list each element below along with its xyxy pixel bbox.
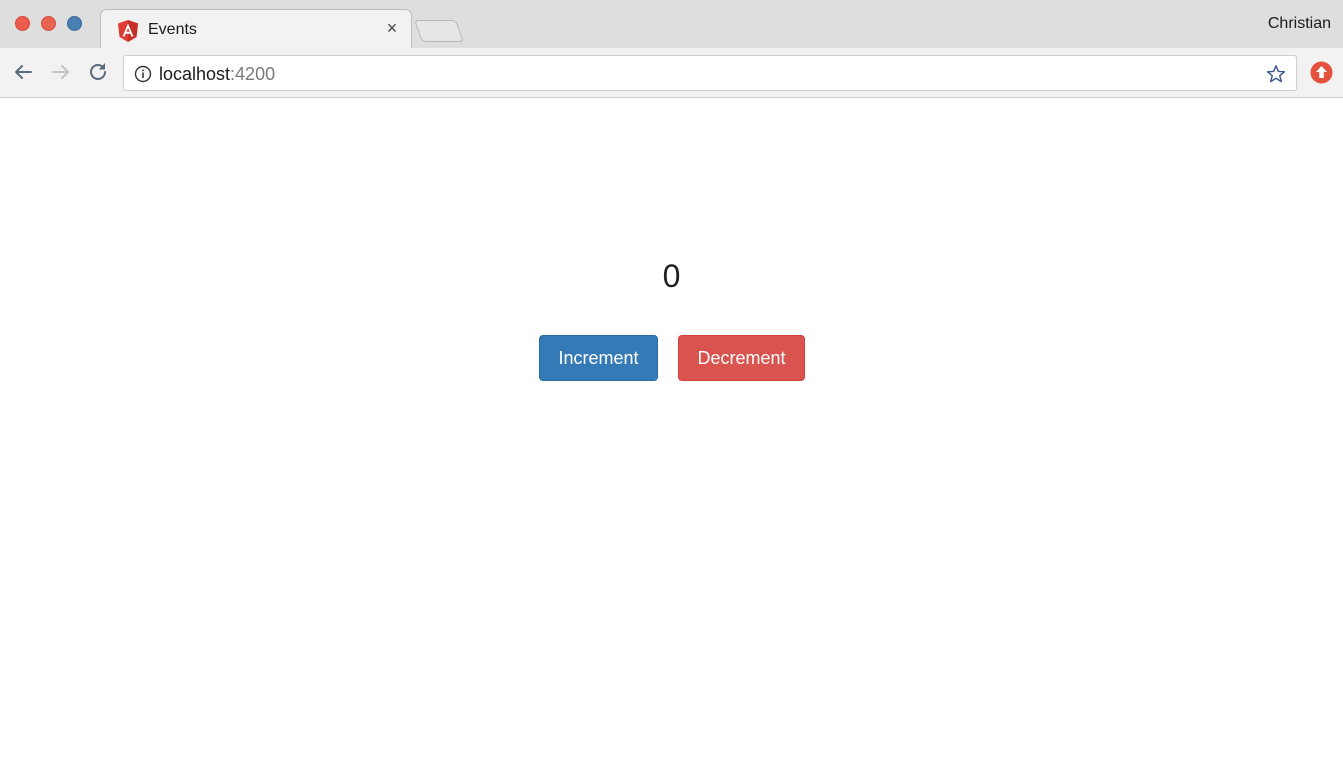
browser-tab[interactable]: Events × <box>100 9 412 49</box>
extension-update-icon[interactable] <box>1310 61 1333 84</box>
angular-icon <box>118 20 138 42</box>
forward-arrow-icon[interactable] <box>49 60 73 84</box>
info-icon[interactable] <box>134 65 152 83</box>
url-port: :4200 <box>230 64 276 84</box>
browser-toolbar: localhost:4200 <box>0 48 1343 98</box>
tab-close-icon[interactable]: × <box>383 18 401 38</box>
tab-title: Events <box>148 21 197 38</box>
back-arrow-icon[interactable] <box>11 60 35 84</box>
counter-value: 0 <box>662 258 681 294</box>
increment-button[interactable]: Increment <box>539 335 658 381</box>
address-bar[interactable]: localhost:4200 <box>123 55 1297 91</box>
new-tab-button[interactable] <box>413 20 465 42</box>
window-maximize-button[interactable] <box>67 16 82 31</box>
profile-name[interactable]: Christian <box>1268 15 1331 33</box>
window-minimize-button[interactable] <box>41 16 56 31</box>
decrement-button[interactable]: Decrement <box>678 335 805 381</box>
url-host: localhost <box>159 64 231 84</box>
tab-strip: Events × Christian <box>0 0 1343 49</box>
bookmark-star-icon[interactable] <box>1265 63 1287 85</box>
reload-icon[interactable] <box>86 60 110 84</box>
window-close-button[interactable] <box>15 16 30 31</box>
address-url[interactable]: localhost:4200 <box>159 64 275 85</box>
